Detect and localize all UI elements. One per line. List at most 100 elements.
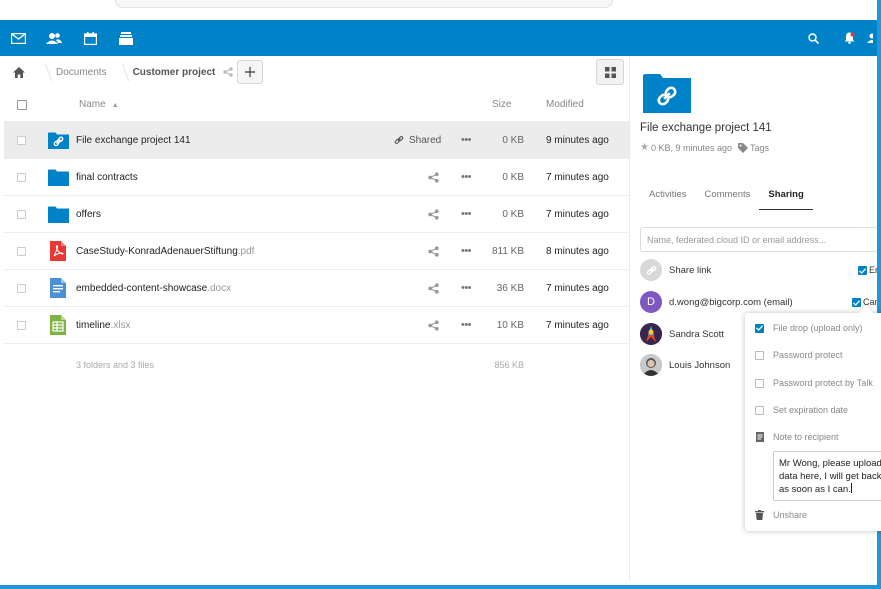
tag-icon <box>738 142 749 153</box>
more-actions-icon[interactable]: ••• <box>460 282 472 294</box>
tab-comments[interactable]: Comments <box>695 182 759 210</box>
contacts-icon[interactable] <box>36 20 72 56</box>
column-modified[interactable]: Modified <box>546 99 584 110</box>
file-name[interactable]: offers <box>76 209 101 220</box>
row-checkbox[interactable] <box>17 135 26 145</box>
mail-icon[interactable] <box>0 20 36 56</box>
home-icon[interactable] <box>0 66 38 78</box>
avatar: D <box>640 291 662 313</box>
share-icon[interactable] <box>428 245 439 257</box>
expiration-checkbox[interactable] <box>755 405 764 415</box>
grid-view-button[interactable] <box>596 59 624 85</box>
file-name[interactable]: embedded-content-showcase.docx <box>76 283 231 294</box>
file-name[interactable]: timeline.xlsx <box>76 320 130 331</box>
more-actions-icon[interactable]: ••• <box>460 208 472 220</box>
file-modified: 7 minutes ago <box>546 208 609 220</box>
row-checkbox[interactable] <box>17 209 26 219</box>
file-list-summary: 3 folders and 3 files 856 KB <box>4 344 630 386</box>
file-name[interactable]: CaseStudy-KonradAdenauerStiftung.pdf <box>76 246 254 257</box>
deck-icon[interactable] <box>108 20 144 56</box>
file-name[interactable]: File exchange project 141 <box>76 135 191 146</box>
trash-icon <box>755 510 764 521</box>
calendar-icon[interactable] <box>72 20 108 56</box>
select-all-checkbox[interactable] <box>17 99 27 110</box>
table-row[interactable]: offers ••• 0 KB 7 minutes ago <box>4 196 630 233</box>
share-entry-email: D d.wong@bigcorp.com (email) Can <box>640 290 877 314</box>
file-drop-option[interactable]: File drop (upload only) <box>755 320 863 336</box>
pdf-icon <box>47 241 69 261</box>
user-menu-icon[interactable] <box>867 20 877 56</box>
tab-activities[interactable]: Activities <box>640 182 695 210</box>
table-row[interactable]: embedded-content-showcase.docx ••• 36 KB… <box>4 270 630 307</box>
more-actions-icon[interactable]: ••• <box>460 134 472 146</box>
share-icon[interactable] <box>428 282 439 294</box>
breadcrumb: Documents Customer project <box>0 56 630 88</box>
row-checkbox[interactable] <box>17 246 26 256</box>
column-name[interactable]: Name ▲ <box>79 99 119 110</box>
sort-ascending-icon: ▲ <box>111 102 119 109</box>
sidebar-tabs: Activities Comments Sharing <box>640 182 813 210</box>
notifications-icon[interactable] <box>831 20 867 56</box>
file-modified: 8 minutes ago <box>546 245 609 257</box>
breadcrumb-separator <box>115 56 129 88</box>
spreadsheet-icon <box>47 315 69 335</box>
can-edit-checkbox[interactable] <box>852 298 861 307</box>
more-actions-icon[interactable]: ••• <box>460 171 472 183</box>
breadcrumb-separator <box>38 56 52 88</box>
file-list: Name ▲ Size Modified File exchange projec… <box>4 88 630 386</box>
document-icon <box>47 278 69 298</box>
address-bar[interactable] <box>115 0 613 8</box>
shared-status[interactable]: Shared <box>394 135 441 146</box>
table-row[interactable]: timeline.xlsx ••• 10 KB 7 minutes ago <box>4 307 630 344</box>
share-icon[interactable] <box>428 171 439 183</box>
search-icon[interactable] <box>795 20 831 56</box>
share-recipient-name: Sandra Scott <box>669 328 724 340</box>
expiration-option[interactable]: Set expiration date <box>755 402 848 418</box>
password-protect-talk-checkbox[interactable] <box>755 378 764 388</box>
more-actions-icon[interactable]: ••• <box>460 245 472 257</box>
table-row[interactable]: File exchange project 141 Shared ••• 0 K… <box>4 122 630 159</box>
avatar <box>640 354 662 376</box>
row-checkbox[interactable] <box>17 172 26 182</box>
folder-icon <box>47 204 69 224</box>
tab-sharing[interactable]: Sharing <box>759 182 813 210</box>
grid-icon <box>604 66 616 78</box>
column-size[interactable]: Size <box>492 99 511 110</box>
new-button[interactable] <box>237 60 263 84</box>
row-checkbox[interactable] <box>17 283 26 293</box>
share-recipient-name: Louis Johnson <box>669 359 731 371</box>
breadcrumb-documents[interactable]: Documents <box>52 67 111 78</box>
browser-top-strip <box>0 0 877 20</box>
link-icon <box>394 136 404 144</box>
tags-button[interactable]: Tags <box>738 142 769 153</box>
file-modified: 7 minutes ago <box>546 282 609 294</box>
sidebar-file-meta: ★ 0 KB, 9 minutes ago Tags <box>640 142 769 153</box>
share-icon[interactable] <box>428 208 439 220</box>
share-search-input[interactable] <box>640 227 877 252</box>
file-name[interactable]: final contracts <box>76 172 138 183</box>
text-caret <box>850 483 852 493</box>
table-row[interactable]: final contracts ••• 0 KB 7 minutes ago <box>4 159 630 196</box>
more-actions-icon[interactable]: ••• <box>460 319 472 331</box>
password-protect-checkbox[interactable] <box>755 350 764 360</box>
share-link-label: Share link <box>669 264 712 276</box>
file-size: 0 KB <box>502 208 524 220</box>
breadcrumb-customer-project[interactable]: Customer project <box>129 67 220 78</box>
password-protect-option[interactable]: Password protect <box>755 347 843 363</box>
share-icon[interactable] <box>223 67 234 77</box>
enable-link-label: En <box>869 265 877 275</box>
file-size: 811 KB <box>491 245 524 257</box>
share-recipient-name: d.wong@bigcorp.com (email) <box>669 296 793 308</box>
unshare-option[interactable]: Unshare <box>755 507 807 523</box>
file-drop-checkbox[interactable] <box>755 323 764 333</box>
summary-count: 3 folders and 3 files <box>76 360 155 370</box>
enable-link-checkbox[interactable] <box>858 266 867 275</box>
note-textarea[interactable]: Mr Wong, please upload data here, I will… <box>773 451 881 501</box>
file-size: 0 KB <box>502 171 524 183</box>
table-row[interactable]: CaseStudy-KonradAdenauerStiftung.pdf •••… <box>4 233 630 270</box>
row-checkbox[interactable] <box>17 320 26 330</box>
password-protect-talk-option[interactable]: Password protect by Talk <box>755 375 873 391</box>
share-icon[interactable] <box>428 319 439 331</box>
note-to-recipient-option[interactable]: Note to recipient <box>755 429 839 445</box>
favorite-star-icon[interactable]: ★ <box>640 142 649 153</box>
